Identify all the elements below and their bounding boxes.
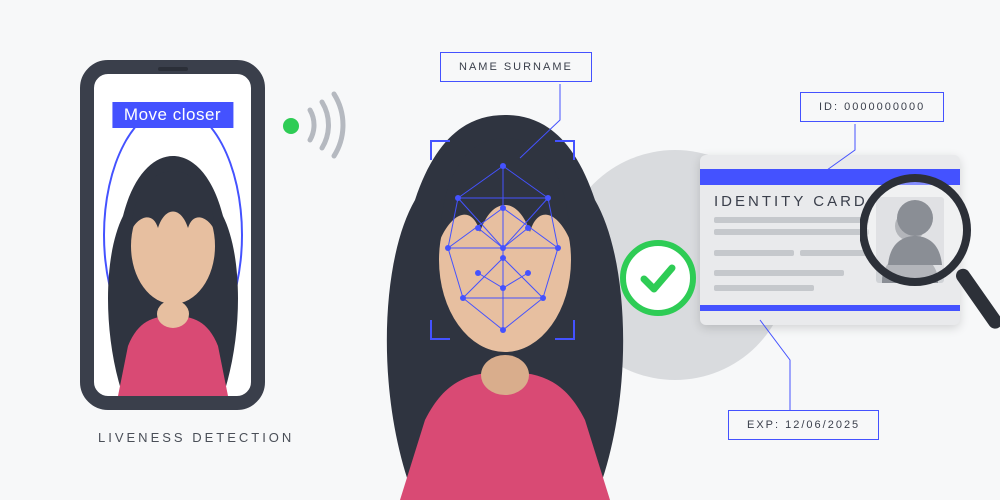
success-check-icon bbox=[620, 240, 696, 316]
leader-line-exp bbox=[0, 0, 1000, 500]
diagram-stage: Move closer LIVENESS DETECTION IDENTITY … bbox=[0, 0, 1000, 500]
